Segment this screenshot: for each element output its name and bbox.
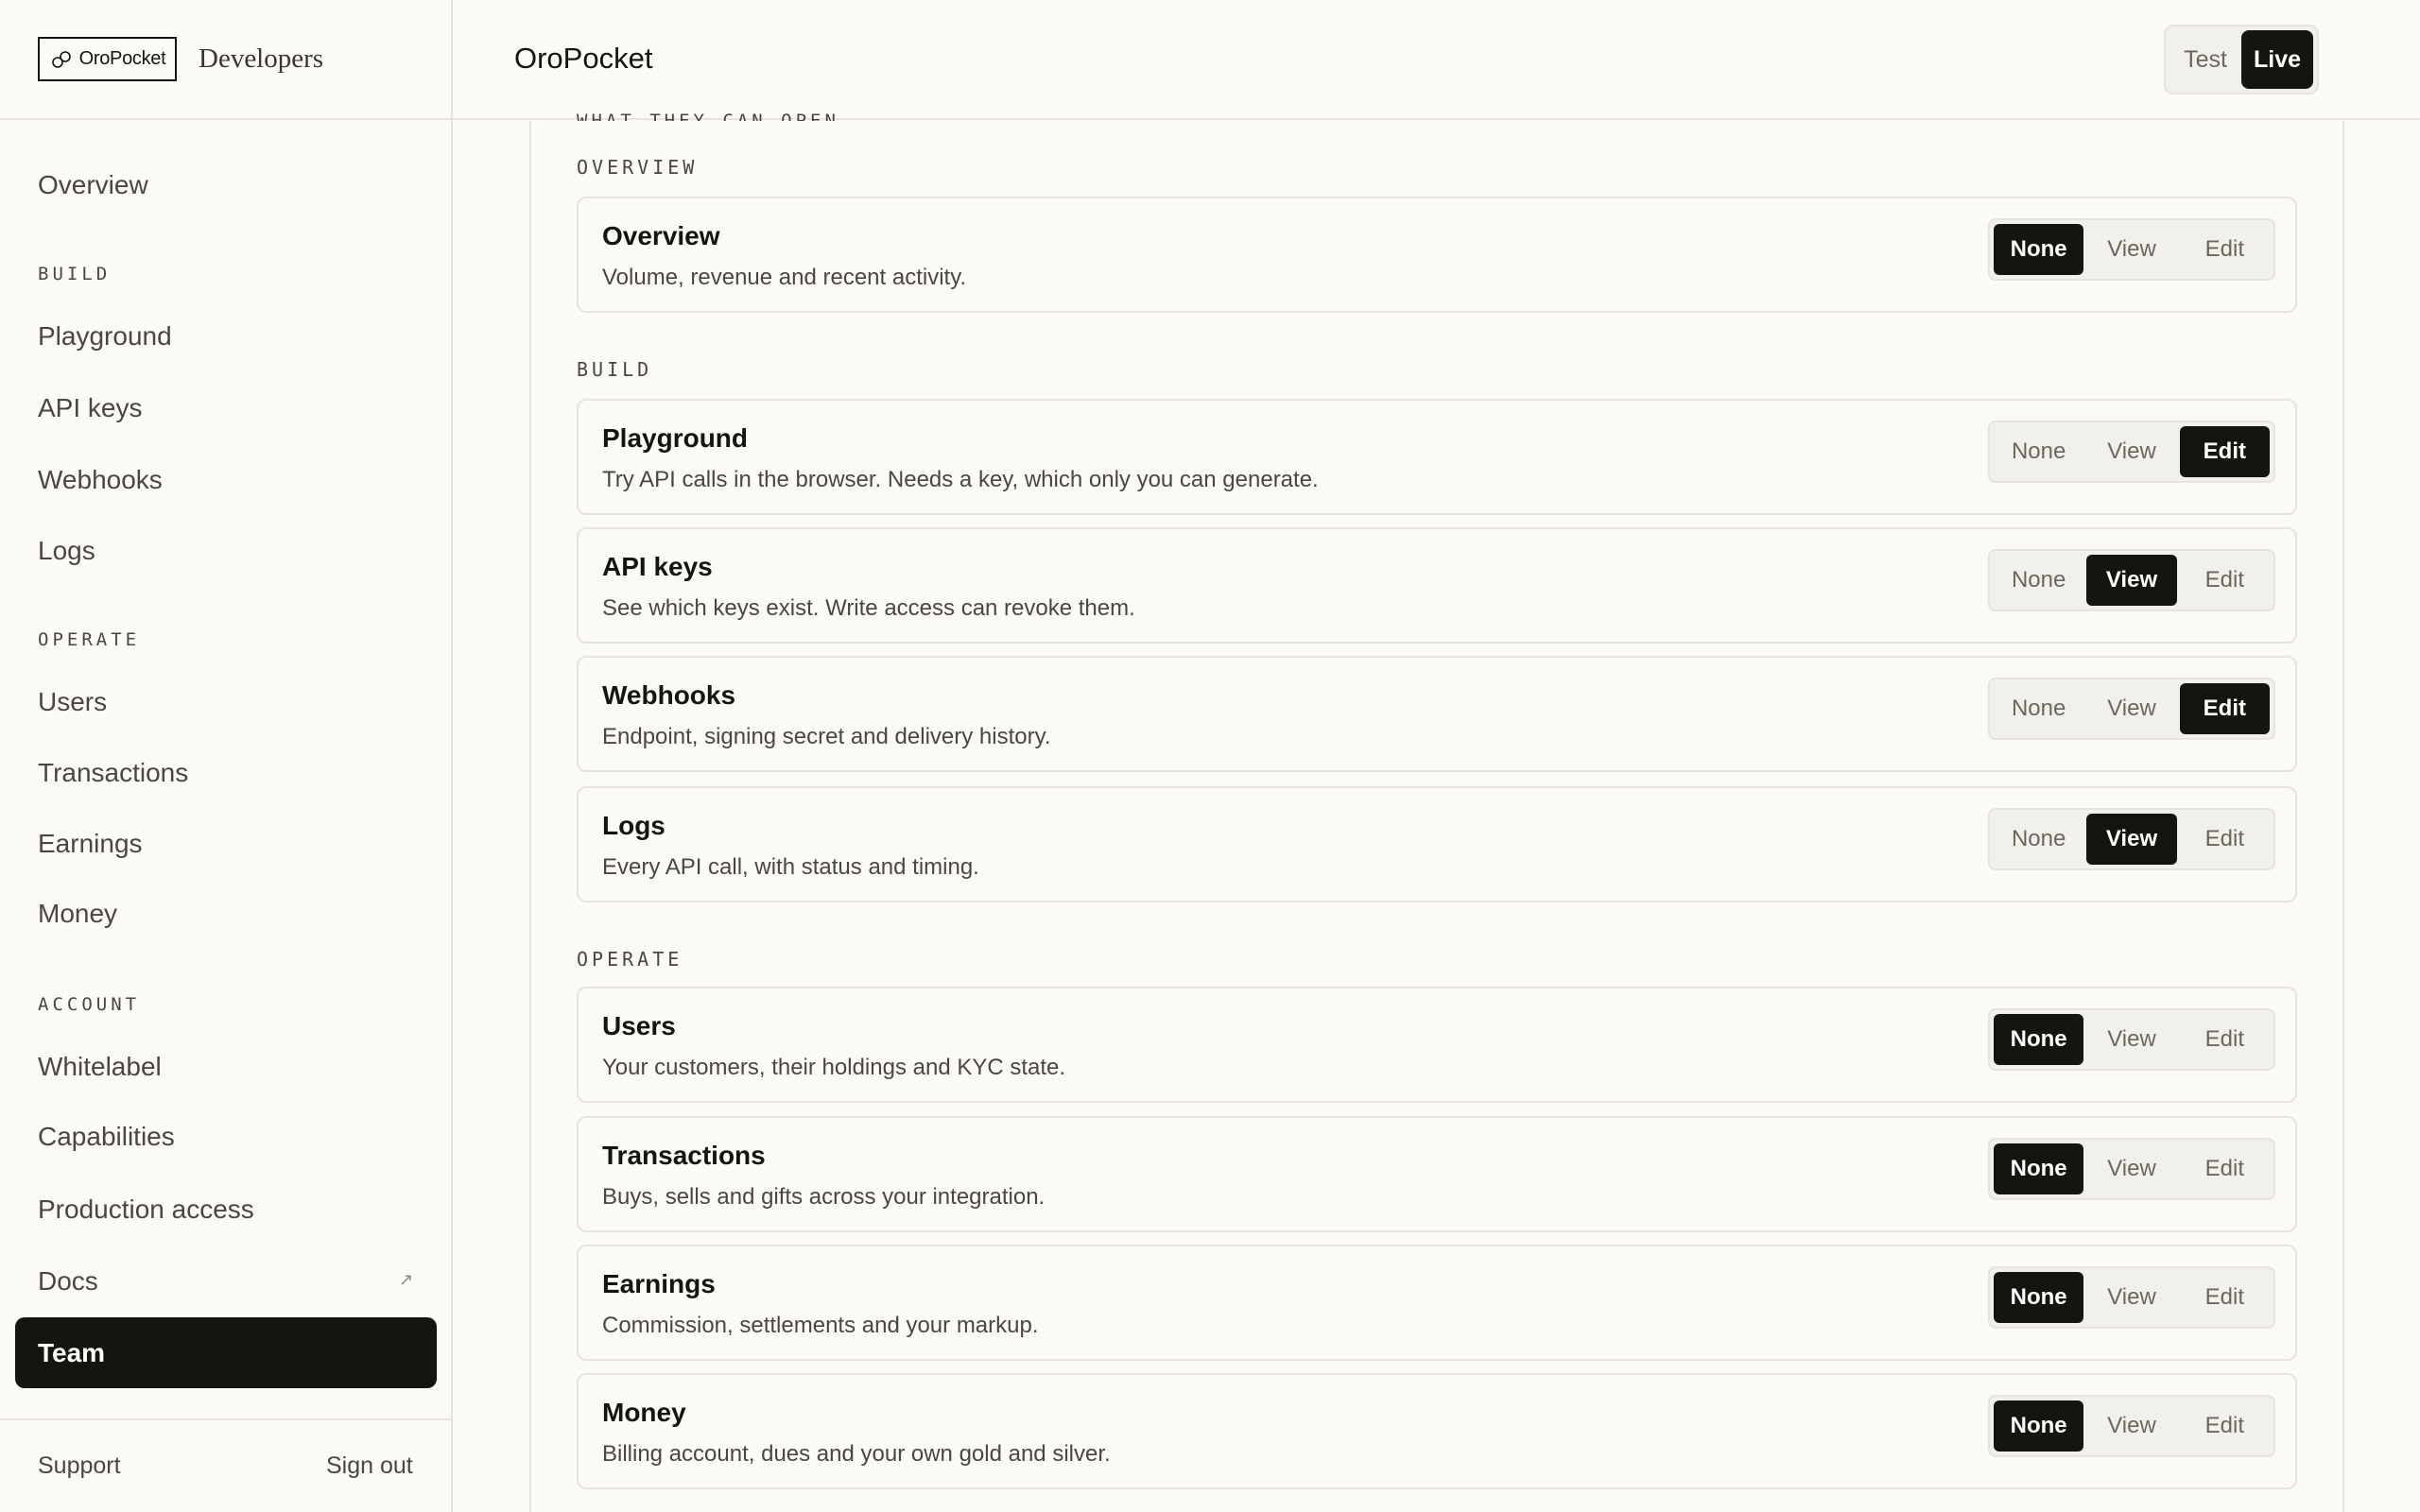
- permission-description: Volume, revenue and recent activity.: [602, 265, 967, 290]
- brand-logo-text: OroPocket: [78, 48, 166, 69]
- env-live-button[interactable]: Live: [2241, 30, 2313, 89]
- access-level-selector-overview: None View Edit: [1988, 218, 2275, 281]
- sidebar-item-logs[interactable]: Logs: [38, 532, 95, 570]
- brand-subtitle: Developers: [199, 43, 324, 74]
- permission-title: Overview: [602, 221, 720, 250]
- access-none-button[interactable]: None: [1994, 1400, 2084, 1452]
- permission-card-transactions: Transactions Buys, sells and gifts across…: [577, 1116, 2297, 1232]
- support-link[interactable]: Support: [38, 1452, 121, 1480]
- access-level-selector-transactions: None View Edit: [1988, 1138, 2275, 1200]
- access-edit-button[interactable]: Edit: [2180, 1272, 2270, 1323]
- access-none-button[interactable]: None: [1994, 224, 2084, 275]
- nav-section-account: ACCOUNT: [38, 994, 141, 1015]
- access-edit-button[interactable]: Edit: [2180, 814, 2270, 865]
- access-level-selector-webhooks: None View Edit: [1988, 678, 2275, 740]
- sidebar-item-docs[interactable]: Docs: [38, 1263, 98, 1300]
- permission-title: Transactions: [602, 1141, 766, 1170]
- sidebar-item-whitelabel[interactable]: Whitelabel: [38, 1048, 162, 1086]
- access-view-button[interactable]: View: [2086, 1400, 2176, 1452]
- group-label-overview: OVERVIEW: [577, 156, 699, 179]
- permission-card-api-keys: API keys See which keys exist. Write acce…: [577, 527, 2297, 644]
- access-none-button[interactable]: None: [1994, 1272, 2084, 1323]
- access-view-button[interactable]: View: [2086, 555, 2177, 606]
- link-chain-icon: [51, 50, 71, 68]
- environment-toggle: Test Live: [2164, 25, 2319, 94]
- access-level-selector-users: None View Edit: [1988, 1008, 2275, 1071]
- external-link-icon: ↗: [399, 1270, 414, 1289]
- access-view-button[interactable]: View: [2086, 814, 2177, 865]
- permission-title: Money: [602, 1398, 686, 1427]
- permission-description: Buys, sells and gifts across your integr…: [602, 1184, 1046, 1210]
- sidebar-item-webhooks[interactable]: Webhooks: [38, 461, 163, 499]
- sidebar-item-capabilities[interactable]: Capabilities: [38, 1118, 175, 1156]
- sidebar: OroPocket Developers Overview BUILD Play…: [0, 0, 453, 1512]
- env-test-button[interactable]: Test: [2169, 30, 2241, 89]
- permission-title: Earnings: [602, 1269, 716, 1298]
- permission-card-playground: Playground Try API calls in the browser. …: [577, 399, 2297, 515]
- permission-title: Webhooks: [602, 680, 736, 710]
- access-edit-button[interactable]: Edit: [2180, 1400, 2270, 1452]
- access-view-button[interactable]: View: [2086, 1143, 2176, 1194]
- permission-card-earnings: Earnings Commission, settlements and your…: [577, 1245, 2297, 1361]
- permission-card-money: Money Billing account, dues and your own …: [577, 1373, 2297, 1489]
- access-none-button[interactable]: None: [1994, 814, 2083, 865]
- permission-description: Your customers, their holdings and KYC s…: [602, 1055, 1066, 1080]
- sign-out-link[interactable]: Sign out: [326, 1452, 413, 1480]
- permission-card-users: Users Your customers, their holdings and …: [577, 987, 2297, 1103]
- access-edit-button[interactable]: Edit: [2179, 683, 2270, 734]
- top-header: OroPocket Test Live: [453, 0, 2420, 120]
- permission-title: Users: [602, 1011, 676, 1040]
- permission-card-overview: Overview Volume, revenue and recent activ…: [577, 197, 2297, 313]
- section-heading-partial: WHAT THEY CAN OPEN: [577, 111, 839, 121]
- access-level-selector-earnings: None View Edit: [1988, 1266, 2275, 1329]
- permission-card-logs: Logs Every API call, with status and timi…: [577, 786, 2297, 902]
- access-edit-button[interactable]: Edit: [2179, 426, 2270, 477]
- access-none-button[interactable]: None: [1994, 683, 2083, 734]
- permission-description: Billing account, dues and your own gold …: [602, 1441, 1111, 1467]
- sidebar-item-earnings[interactable]: Earnings: [38, 825, 143, 863]
- sidebar-item-api-keys[interactable]: API keys: [38, 389, 142, 427]
- access-level-selector-api-keys: None View Edit: [1988, 549, 2275, 611]
- sidebar-footer: Support Sign out: [0, 1418, 451, 1512]
- access-edit-button[interactable]: Edit: [2180, 555, 2270, 606]
- brand-logo[interactable]: OroPocket: [38, 37, 177, 81]
- sidebar-item-team[interactable]: Team: [15, 1317, 437, 1388]
- permission-card-webhooks: Webhooks Endpoint, signing secret and del…: [577, 656, 2297, 772]
- sidebar-item-production-access[interactable]: Production access: [38, 1191, 254, 1228]
- permission-description: Every API call, with status and timing.: [602, 854, 979, 880]
- sidebar-item-users[interactable]: Users: [38, 683, 107, 721]
- access-view-button[interactable]: View: [2086, 1014, 2176, 1065]
- nav-section-operate: OPERATE: [38, 629, 141, 650]
- access-none-button[interactable]: None: [1994, 1014, 2084, 1065]
- access-edit-button[interactable]: Edit: [2180, 1143, 2270, 1194]
- permission-description: Try API calls in the browser. Needs a ke…: [602, 467, 1319, 492]
- access-none-button[interactable]: None: [1994, 426, 2083, 477]
- access-view-button[interactable]: View: [2086, 224, 2176, 275]
- permission-description: See which keys exist. Write access can r…: [602, 595, 1135, 621]
- access-view-button[interactable]: View: [2086, 426, 2176, 477]
- sidebar-item-transactions[interactable]: Transactions: [38, 754, 188, 792]
- sidebar-item-overview[interactable]: Overview: [38, 166, 148, 204]
- access-edit-button[interactable]: Edit: [2180, 1014, 2270, 1065]
- permission-title: Logs: [602, 811, 666, 840]
- group-label-operate: OPERATE: [577, 948, 683, 971]
- group-label-build: BUILD: [577, 358, 653, 381]
- permission-title: API keys: [602, 552, 713, 581]
- access-edit-button[interactable]: Edit: [2180, 224, 2270, 275]
- sidebar-item-money[interactable]: Money: [38, 895, 117, 933]
- access-level-selector-logs: None View Edit: [1988, 808, 2275, 870]
- access-level-selector-money: None View Edit: [1988, 1395, 2275, 1457]
- permission-description: Commission, settlements and your markup.: [602, 1313, 1039, 1338]
- sidebar-item-playground[interactable]: Playground: [38, 318, 172, 355]
- access-none-button[interactable]: None: [1994, 555, 2083, 606]
- nav-section-build: BUILD: [38, 264, 112, 284]
- permission-title: Playground: [602, 423, 749, 453]
- access-view-button[interactable]: View: [2086, 683, 2176, 734]
- access-view-button[interactable]: View: [2086, 1272, 2176, 1323]
- permission-description: Endpoint, signing secret and delivery hi…: [602, 724, 1051, 749]
- brand: OroPocket Developers: [0, 0, 451, 120]
- access-level-selector-playground: None View Edit: [1988, 421, 2275, 483]
- access-none-button[interactable]: None: [1994, 1143, 2084, 1194]
- page-title: OroPocket: [514, 42, 653, 75]
